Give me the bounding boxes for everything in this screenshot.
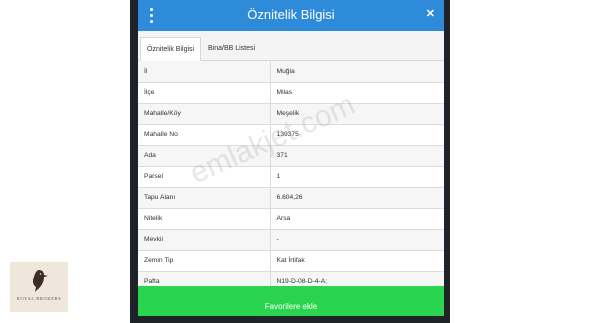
- attribute-value: 6.604,26: [270, 187, 444, 209]
- attribute-label: Mahalle/Köy: [138, 103, 271, 125]
- attribute-label: Mevkii: [138, 229, 271, 251]
- royal-brokers-logo: ROYAL BROKERS: [10, 262, 68, 312]
- table-row: Mevkii -: [138, 229, 444, 251]
- tab-attribute-info[interactable]: Öznitelik Bilgisi: [140, 37, 202, 61]
- add-to-favorites-button[interactable]: Favorilere ekle: [138, 286, 444, 316]
- attribute-label: İl: [138, 61, 271, 83]
- table-row: Mahalle No 139375: [138, 124, 444, 146]
- table-row: Tapu Alanı 6.604,26: [138, 187, 444, 209]
- logo-text: ROYAL BROKERS: [16, 296, 62, 301]
- attribute-label: Mahalle No: [138, 124, 271, 146]
- table-row: İlçe Milas: [138, 82, 444, 104]
- tab-building-list[interactable]: Bina/BB Listesi: [202, 37, 261, 61]
- attribute-value: Meşelik: [270, 103, 444, 125]
- bird-logo-icon: [32, 270, 48, 292]
- table-row: Mahalle/Köy Meşelik: [138, 103, 444, 125]
- tab-bar: Öznitelik Bilgisi Bina/BB Listesi: [138, 31, 444, 61]
- dialog-title-bar: Öznitelik Bilgisi ✕: [138, 0, 444, 31]
- attribute-label: Nitelik: [138, 208, 271, 230]
- table-row: Nitelik Arsa: [138, 208, 444, 230]
- attribute-label: Tapu Alanı: [138, 187, 271, 209]
- attribute-value: 1: [270, 166, 444, 188]
- table-row: İl Muğla: [138, 61, 444, 83]
- table-row: Ada 371: [138, 145, 444, 167]
- attribute-label: İlçe: [138, 82, 271, 104]
- attribute-table: İl Muğla İlçe Milas Mahalle/Köy Meşelik Mahall…: [138, 61, 444, 293]
- attribute-label: Zemin Tip: [138, 250, 271, 272]
- attribute-value: 371: [270, 145, 444, 167]
- table-row: Parsel 1: [138, 166, 444, 188]
- attribute-value: Kat İrtifak: [270, 250, 444, 272]
- attribute-value: Arsa: [270, 208, 444, 230]
- table-row: Zemin Tip Kat İrtifak: [138, 250, 444, 272]
- attribute-value: 139375: [270, 124, 444, 146]
- attribute-label: Parsel: [138, 166, 271, 188]
- attribute-value: Milas: [270, 82, 444, 104]
- close-icon[interactable]: ✕: [426, 7, 435, 20]
- dialog-title: Öznitelik Bilgisi: [247, 7, 335, 22]
- attribute-label: Ada: [138, 145, 271, 167]
- attribute-value: -: [270, 229, 444, 251]
- attribute-dialog: Öznitelik Bilgisi ✕ Öznitelik Bilgisi Bi…: [138, 0, 444, 316]
- attribute-value: Muğla: [270, 61, 444, 83]
